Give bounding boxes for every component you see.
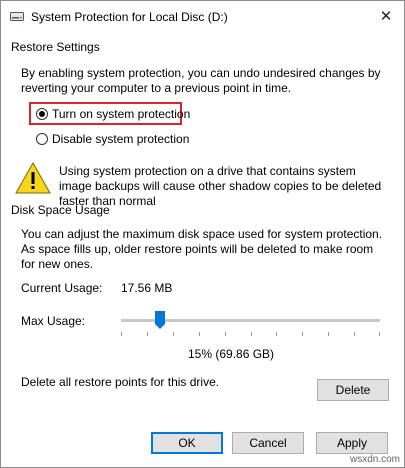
radio-selected-dot	[39, 111, 45, 117]
ok-button[interactable]: OK	[151, 432, 223, 454]
system-protection-dialog: System Protection for Local Disc (D:) ✕ …	[0, 0, 405, 468]
delete-button[interactable]: Delete	[317, 379, 389, 401]
title-bar[interactable]: System Protection for Local Disc (D:) ✕	[1, 1, 404, 33]
apply-button[interactable]: Apply	[316, 432, 388, 454]
current-usage-label: Current Usage:	[21, 281, 103, 295]
max-usage-value: 15% (69.86 GB)	[188, 347, 275, 361]
close-icon: ✕	[379, 8, 393, 25]
slider-tick	[328, 332, 329, 336]
slider-tick	[379, 332, 380, 336]
window-title: System Protection for Local Disc (D:)	[31, 10, 228, 24]
warning-icon	[15, 162, 51, 194]
radio-disable[interactable]	[36, 133, 48, 145]
slider-tick	[354, 332, 355, 336]
current-usage-value: 17.56 MB	[121, 281, 173, 295]
restore-settings-label: Restore Settings	[11, 40, 100, 54]
delete-restore-points-text: Delete all restore points for this drive…	[21, 375, 220, 389]
watermark: wsxdn.com	[349, 454, 400, 465]
radio-disable-label[interactable]: Disable system protection	[52, 132, 189, 146]
slider-tick	[173, 332, 174, 336]
max-usage-label: Max Usage:	[21, 314, 86, 328]
radio-turn-on[interactable]	[36, 108, 48, 120]
slider-tick	[276, 332, 277, 336]
restore-description: By enabling system protection, you can u…	[21, 66, 381, 95]
disk-description: You can adjust the maximum disk space us…	[21, 227, 383, 271]
close-button[interactable]: ✕	[368, 1, 404, 31]
slider-tick	[225, 332, 226, 336]
slider-tick	[121, 332, 122, 336]
slider-tick	[302, 332, 303, 336]
disk-space-usage-label: Disk Space Usage	[11, 203, 110, 217]
slider-tick	[199, 332, 200, 336]
drive-icon	[10, 12, 24, 21]
radio-turn-on-label[interactable]: Turn on system protection	[52, 107, 190, 121]
slider-thumb[interactable]	[154, 311, 165, 329]
slider-tick	[147, 332, 148, 336]
slider-tick	[251, 332, 252, 336]
cancel-button[interactable]: Cancel	[232, 432, 304, 454]
